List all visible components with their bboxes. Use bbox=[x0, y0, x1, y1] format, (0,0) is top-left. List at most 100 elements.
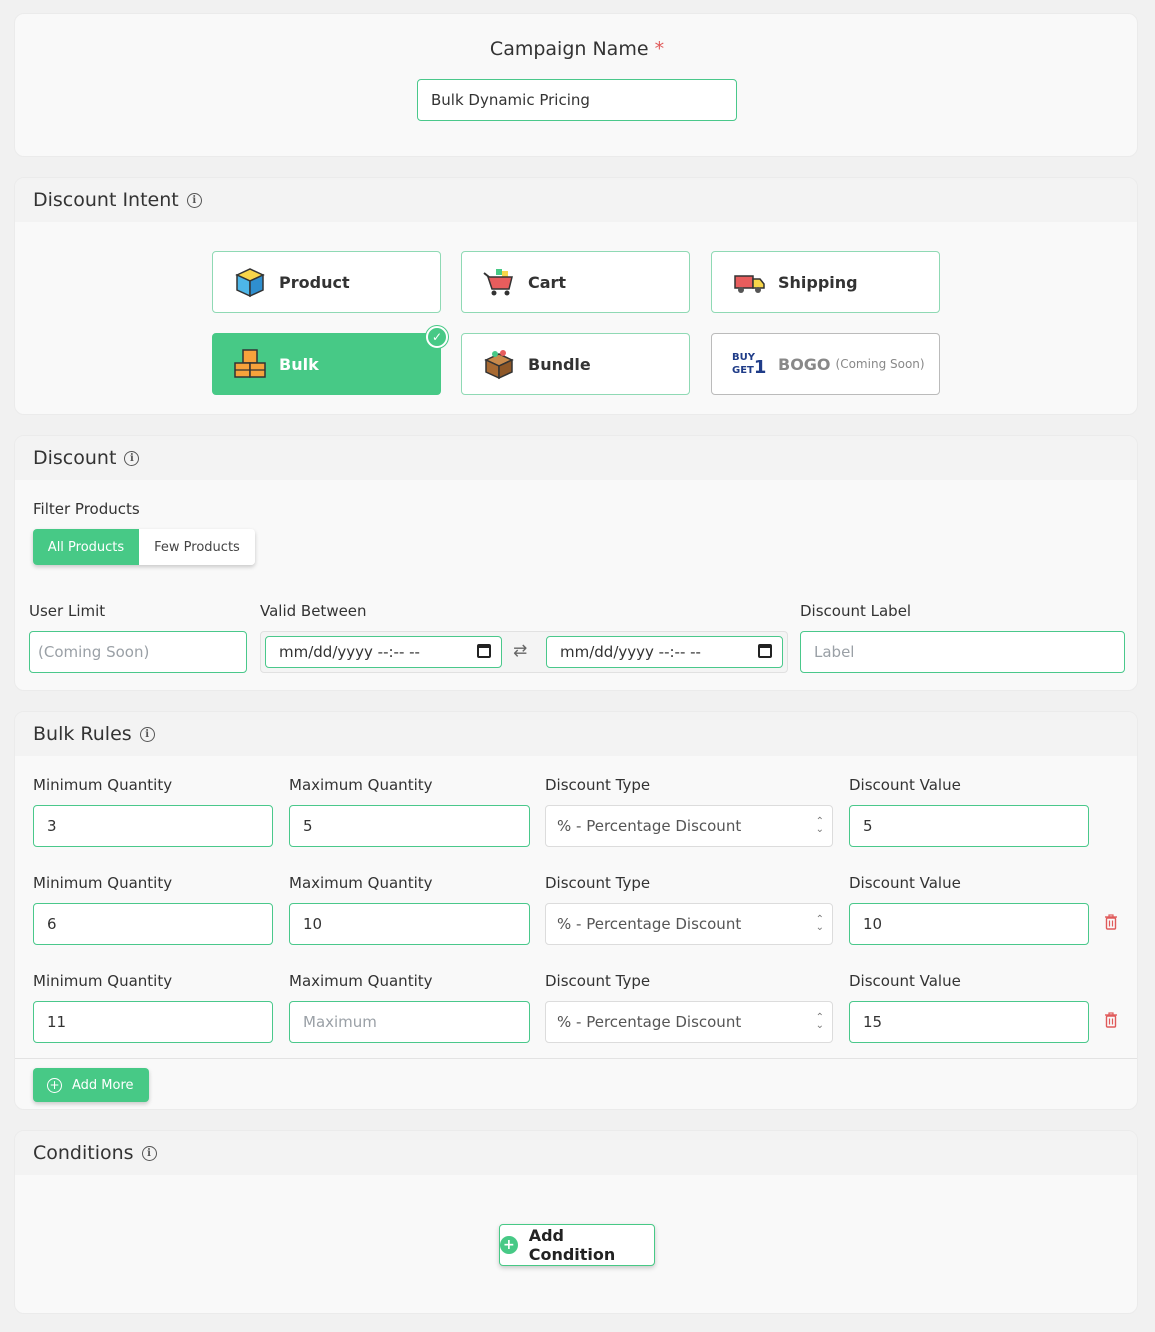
max-qty-label: Maximum Quantity bbox=[289, 874, 433, 892]
calendar-icon[interactable] bbox=[758, 644, 772, 658]
select-arrows-icon: ⌃ ⌄ bbox=[815, 1012, 824, 1031]
max-qty-input[interactable]: 10 bbox=[289, 903, 530, 945]
discount-type-select[interactable]: % - Percentage Discount ⌃ ⌄ bbox=[545, 805, 833, 847]
filter-products-toggle: All Products Few Products bbox=[33, 529, 255, 565]
max-qty-value: 10 bbox=[303, 915, 323, 933]
bulk-rules-header: Bulk Rules i bbox=[15, 712, 1137, 756]
product-box-icon bbox=[233, 265, 267, 299]
discount-value-value: 10 bbox=[863, 915, 883, 933]
intent-label-product: Product bbox=[279, 272, 350, 292]
intent-bogo-coming-soon: (Coming Soon) bbox=[835, 357, 925, 371]
filter-all-products[interactable]: All Products bbox=[33, 529, 139, 565]
intent-tile-shipping[interactable]: Shipping bbox=[711, 251, 940, 313]
discount-type-label: Discount Type bbox=[545, 972, 651, 990]
filter-few-products[interactable]: Few Products bbox=[139, 529, 255, 565]
select-arrows-icon: ⌃ ⌄ bbox=[815, 816, 824, 835]
intent-label-cart: Cart bbox=[528, 272, 567, 292]
required-mark: * bbox=[654, 38, 665, 60]
max-qty-input[interactable]: 5 bbox=[289, 805, 530, 847]
bulk-boxes-icon bbox=[233, 347, 267, 381]
intent-label-bulk: Bulk bbox=[279, 354, 319, 374]
discount-label-placeholder: Label bbox=[814, 643, 855, 661]
discount-value-label: Discount Value bbox=[849, 776, 961, 794]
min-qty-value: 11 bbox=[47, 1013, 67, 1031]
conditions-header: Conditions i bbox=[15, 1131, 1137, 1175]
discount-value-input[interactable]: 5 bbox=[849, 805, 1089, 847]
max-qty-label: Maximum Quantity bbox=[289, 776, 433, 794]
discount-type-label: Discount Type bbox=[545, 776, 651, 794]
end-date-placeholder: mm/dd/yyyy --:-- -- bbox=[560, 643, 701, 661]
campaign-card: Campaign Name * Bulk Dynamic Pricing bbox=[14, 13, 1138, 157]
plus-circle-icon: + bbox=[500, 1236, 518, 1254]
min-qty-label: Minimum Quantity bbox=[33, 972, 173, 990]
intent-label-shipping: Shipping bbox=[778, 272, 858, 292]
max-qty-placeholder: Maximum bbox=[303, 1013, 377, 1031]
min-qty-input[interactable]: 6 bbox=[33, 903, 273, 945]
conditions-title: Conditions bbox=[33, 1142, 134, 1164]
info-icon[interactable]: i bbox=[141, 1145, 157, 1161]
intent-tile-cart[interactable]: Cart bbox=[461, 251, 690, 313]
min-qty-label: Minimum Quantity bbox=[33, 776, 173, 794]
min-qty-value: 3 bbox=[47, 817, 57, 835]
campaign-name-label: Campaign Name * bbox=[15, 38, 1137, 60]
discount-label-label: Discount Label bbox=[800, 602, 912, 620]
max-qty-input[interactable]: Maximum bbox=[289, 1001, 530, 1043]
start-date-placeholder: mm/dd/yyyy --:-- -- bbox=[279, 643, 420, 661]
discount-intent-card: Discount Intent i Product Cart Shipping … bbox=[14, 177, 1138, 415]
min-qty-input[interactable]: 3 bbox=[33, 805, 273, 847]
add-condition-button[interactable]: + Add Condition bbox=[499, 1224, 655, 1266]
truck-icon bbox=[732, 265, 766, 299]
discount-value-value: 5 bbox=[863, 817, 873, 835]
plus-circle-icon: + bbox=[47, 1077, 62, 1093]
intent-label-bundle: Bundle bbox=[528, 354, 591, 374]
discount-type-value: % - Percentage Discount bbox=[557, 915, 742, 933]
discount-type-value: % - Percentage Discount bbox=[557, 817, 742, 835]
max-qty-label: Maximum Quantity bbox=[289, 972, 433, 990]
intent-tile-bundle[interactable]: Bundle bbox=[461, 333, 690, 395]
discount-value-label: Discount Value bbox=[849, 972, 961, 990]
add-more-button[interactable]: + Add More bbox=[33, 1068, 149, 1102]
intent-tile-product[interactable]: Product bbox=[212, 251, 441, 313]
trash-icon[interactable] bbox=[1104, 1012, 1118, 1032]
max-qty-value: 5 bbox=[303, 817, 313, 835]
bulk-rules-card: Bulk Rules i Minimum Quantity Maximum Qu… bbox=[14, 711, 1138, 1110]
trash-icon[interactable] bbox=[1104, 914, 1118, 934]
min-qty-value: 6 bbox=[47, 915, 57, 933]
info-icon[interactable]: i bbox=[139, 726, 155, 742]
discount-intent-title: Discount Intent bbox=[33, 189, 179, 211]
select-arrows-icon: ⌃ ⌄ bbox=[815, 914, 824, 933]
intent-label-bogo: BOGO bbox=[778, 354, 831, 374]
discount-type-select[interactable]: % - Percentage Discount ⌃ ⌄ bbox=[545, 1001, 833, 1043]
discount-value-label: Discount Value bbox=[849, 874, 961, 892]
info-icon[interactable]: i bbox=[124, 450, 140, 466]
cart-icon bbox=[482, 265, 516, 299]
swap-arrows-icon: ⇄ bbox=[513, 641, 528, 661]
intent-tile-bulk[interactable]: Bulk ✓ bbox=[212, 326, 448, 395]
min-qty-label: Minimum Quantity bbox=[33, 874, 173, 892]
discount-type-select[interactable]: % - Percentage Discount ⌃ ⌄ bbox=[545, 903, 833, 945]
filter-products-label: Filter Products bbox=[33, 500, 140, 518]
intent-tile-bogo[interactable]: BUY GET1 BOGO (Coming Soon) bbox=[711, 333, 940, 395]
campaign-name-value: Bulk Dynamic Pricing bbox=[431, 91, 590, 109]
end-date-input[interactable]: mm/dd/yyyy --:-- -- bbox=[546, 636, 783, 668]
conditions-card: Conditions i + Add Condition bbox=[14, 1130, 1138, 1314]
info-icon[interactable]: i bbox=[186, 192, 202, 208]
user-limit-input[interactable]: (Coming Soon) bbox=[29, 631, 247, 673]
discount-value-input[interactable]: 15 bbox=[849, 1001, 1089, 1043]
min-qty-input[interactable]: 11 bbox=[33, 1001, 273, 1043]
discount-value-input[interactable]: 10 bbox=[849, 903, 1089, 945]
valid-between-label: Valid Between bbox=[260, 602, 367, 620]
check-icon: ✓ bbox=[426, 326, 448, 348]
user-limit-placeholder: (Coming Soon) bbox=[38, 643, 150, 661]
discount-intent-header: Discount Intent i bbox=[15, 178, 1137, 222]
campaign-name-input[interactable]: Bulk Dynamic Pricing bbox=[417, 79, 737, 121]
bundle-box-icon bbox=[482, 347, 516, 381]
discount-type-value: % - Percentage Discount bbox=[557, 1013, 742, 1031]
discount-card: Discount i Filter Products All Products … bbox=[14, 435, 1138, 691]
start-date-input[interactable]: mm/dd/yyyy --:-- -- bbox=[265, 636, 502, 668]
discount-value-value: 15 bbox=[863, 1013, 883, 1031]
discount-label-input[interactable]: Label bbox=[800, 631, 1125, 673]
calendar-icon[interactable] bbox=[477, 644, 491, 658]
discount-header: Discount i bbox=[15, 436, 1137, 480]
campaign-name-text: Campaign Name bbox=[489, 38, 649, 60]
